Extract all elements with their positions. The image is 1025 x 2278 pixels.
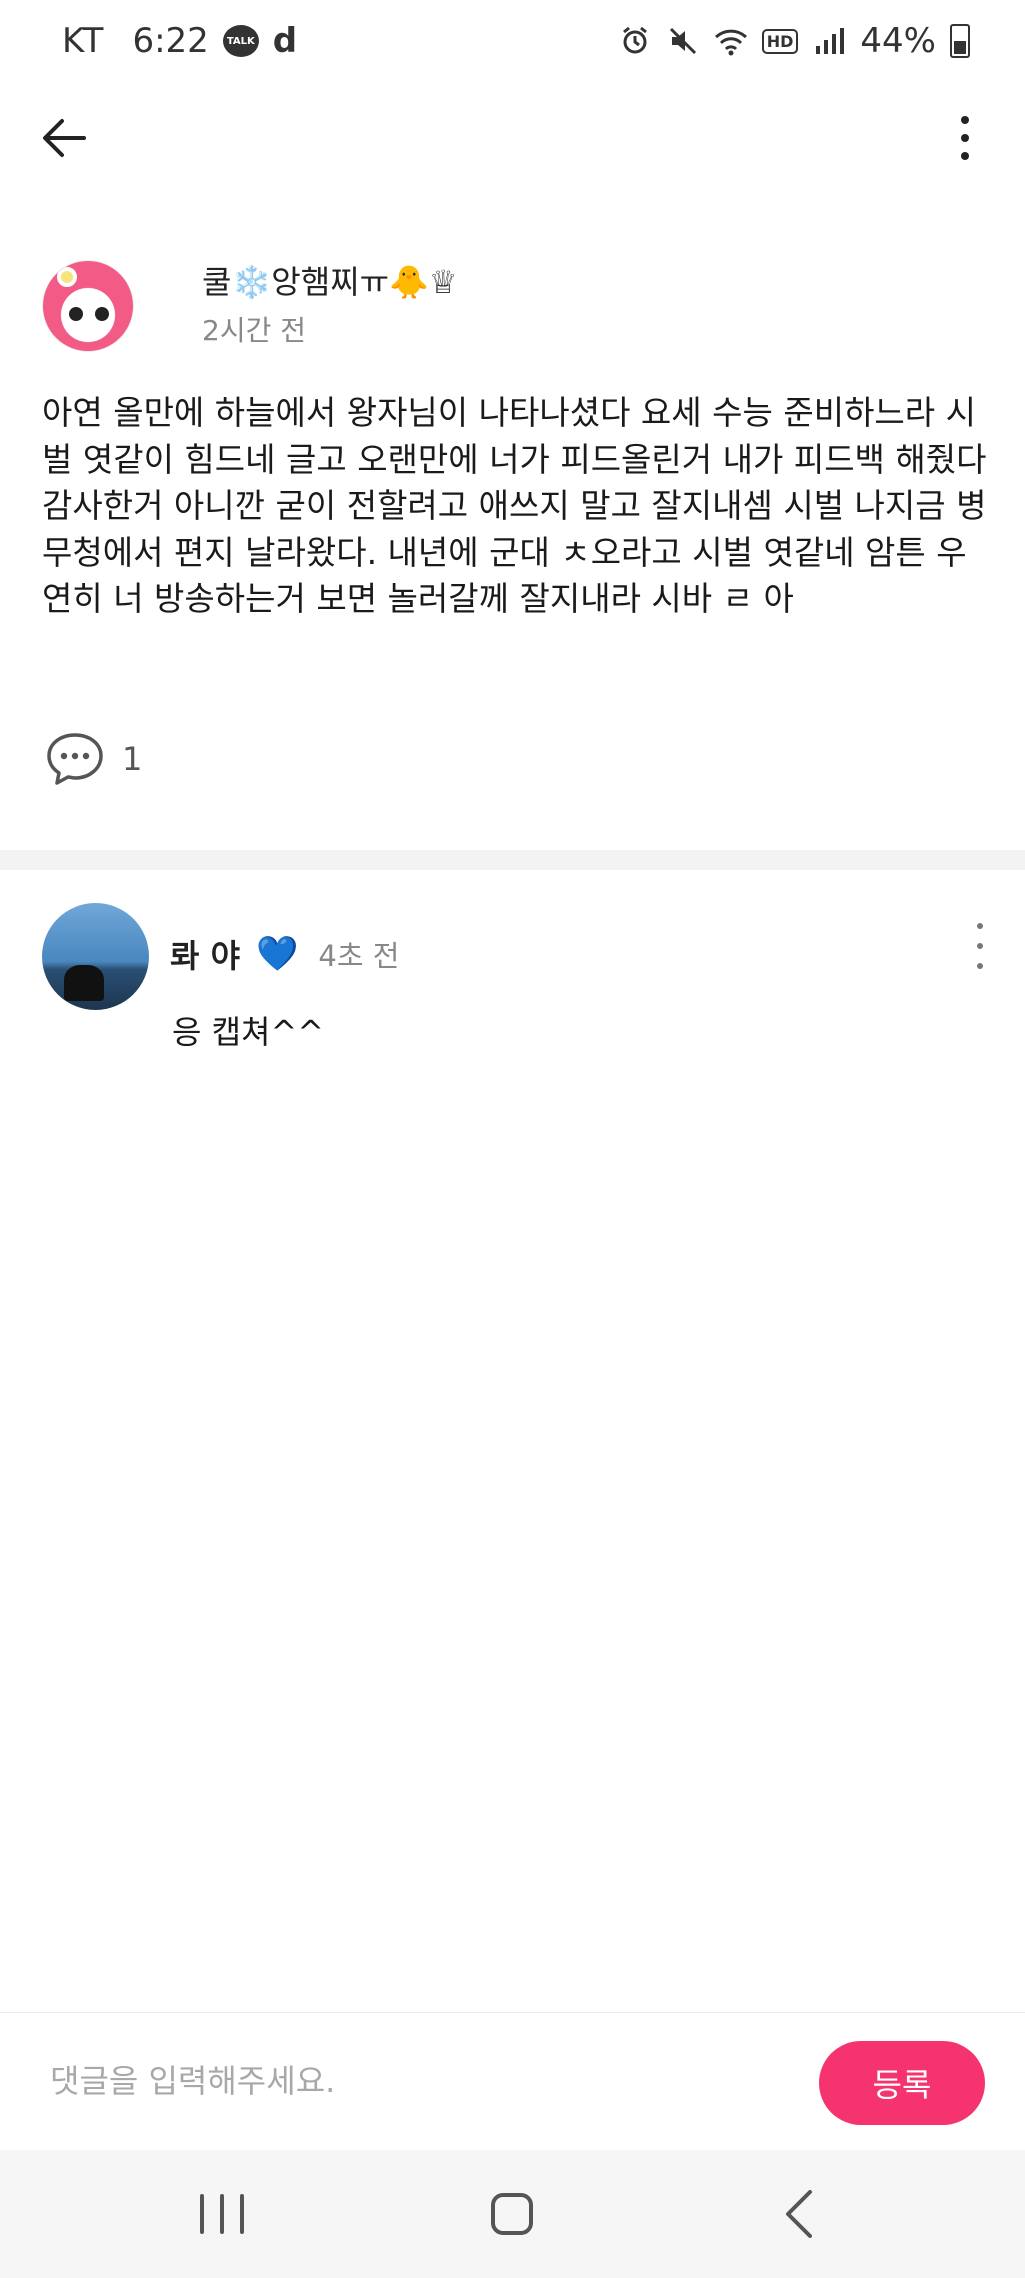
d-app-icon: d (272, 21, 298, 61)
top-app-bar (0, 100, 1025, 180)
post-author-name[interactable]: 쿨❄️앙햄찌ㅠ🐥♕ (202, 257, 458, 303)
home-button[interactable] (482, 2186, 542, 2242)
post-body: 아연 올만에 하늘에서 왕자님이 나타나셨다 요세 수능 준비하느라 시벌 엿같… (42, 393, 987, 618)
comment-count[interactable]: 1 (44, 730, 142, 788)
system-back-button[interactable] (772, 2186, 832, 2242)
kakaotalk-icon: TALK (222, 25, 259, 57)
comment-more-button[interactable] (968, 923, 992, 969)
hd-icon: HD (761, 28, 799, 54)
comment-input[interactable] (50, 2053, 750, 2109)
vertical-dots-icon (961, 116, 969, 124)
avatar-silhouette (64, 965, 104, 1001)
chevron-left-icon (786, 2190, 812, 2238)
nav-recent (240, 2194, 244, 2234)
vertical-dots-icon (977, 923, 983, 929)
submit-comment-button[interactable]: 등록 (819, 2041, 985, 2125)
mute-icon (666, 24, 700, 58)
section-divider (0, 850, 1025, 870)
carrier-label: KT (62, 21, 105, 61)
post-author: 쿨❄️앙햄찌ㅠ🐥♕ 2시간 전 (42, 260, 458, 352)
dot (961, 152, 969, 160)
comment-timestamp: 4초 전 (318, 939, 400, 973)
alarm-icon (618, 24, 652, 58)
system-nav-bar (0, 2150, 1025, 2278)
author-avatar[interactable] (42, 260, 134, 352)
comment-author-name[interactable]: 롸 야 (170, 931, 240, 977)
blue-heart-icon: 💙 (256, 934, 299, 974)
arrow-left-icon (43, 119, 86, 157)
recent-apps-button[interactable] (192, 2186, 252, 2242)
dot (961, 134, 969, 142)
status-bar: KT 6:22 TALK d HD 44% (0, 0, 1025, 82)
back-button[interactable] (38, 112, 90, 164)
status-bar-left: KT 6:22 TALK d (62, 21, 297, 61)
comment-text: 응 캡쳐^^ (172, 1013, 325, 1051)
screen: KT 6:22 TALK d HD 44% 쿨❄️앙햄찌ㅠ🐥♕ 2시간 전 아연… (0, 0, 1025, 2278)
signal-icon (812, 24, 846, 58)
dot (977, 943, 983, 949)
more-options-button[interactable] (945, 108, 985, 168)
comment-header: 롸 야 💙 4초 전 (170, 931, 399, 977)
flower-decoration (57, 267, 77, 287)
comment-count-number: 1 (122, 740, 143, 778)
commenter-avatar[interactable] (42, 903, 149, 1010)
clock: 6:22 (132, 21, 209, 61)
post-timestamp: 2시간 전 (202, 314, 306, 347)
battery-percent: 44% (860, 21, 936, 61)
comment-input-bar: 등록 (0, 2012, 1025, 2150)
avatar-eye (69, 307, 83, 321)
status-bar-right: HD 44% (618, 21, 970, 61)
battery-icon (950, 24, 970, 58)
recent-apps-icon (200, 2194, 204, 2234)
dot (977, 963, 983, 969)
author-meta: 쿨❄️앙햄찌ㅠ🐥♕ 2시간 전 (202, 257, 458, 349)
wifi-icon (714, 24, 748, 58)
nav-recent (220, 2194, 224, 2234)
speech-bubble-icon (47, 733, 103, 785)
home-icon (491, 2193, 533, 2235)
avatar-eye (95, 307, 109, 321)
